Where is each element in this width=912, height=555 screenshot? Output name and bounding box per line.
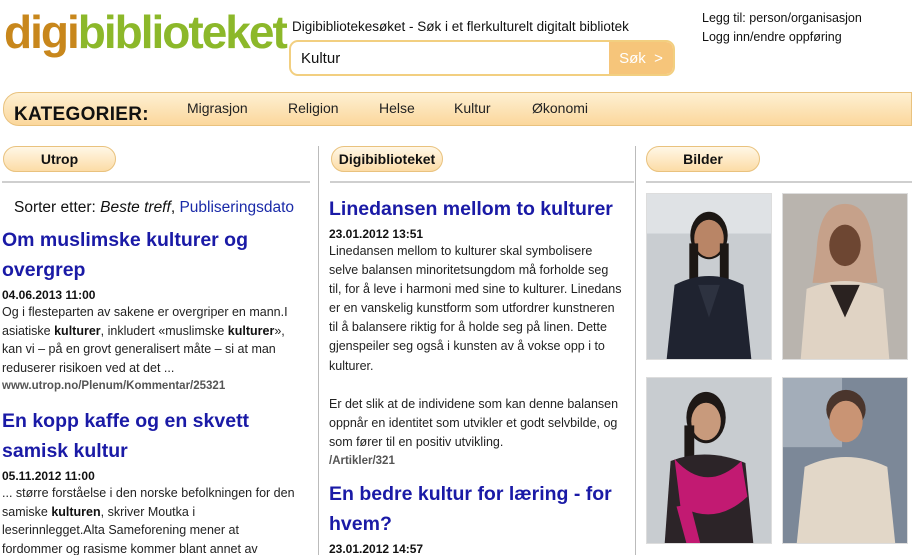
sort-label: Sorter etter: [14,199,96,216]
photo-thumbnail[interactable] [782,193,908,360]
text-line: Linedansen mellom to kulturer skal symbo… [329,244,593,258]
result-title-line: overgrep [2,259,86,281]
category-religion[interactable]: Religion [288,100,339,116]
article-text: Linedansen mellom to kulturer skal symbo… [329,242,635,452]
add-person-org-link[interactable]: Legg til: person/organisasjon [702,9,862,28]
article-date: 23.01.2012 14:57 [329,542,424,555]
text-line: gjenspeiler seg også i kunsten av å voks… [329,339,605,354]
snippet-line: asiatiske kulturer, inkludert «muslimske… [2,323,285,338]
result-title-line: samisk kultur [2,440,128,462]
text-line: er en vanskelig kunstform som utfordrer … [329,301,615,316]
snippet-line: leserinnlegget.Alta Sameforening mener a… [2,523,239,538]
sort-by-date-link[interactable]: Publiseringsdato [179,199,294,216]
article-date: 23.01.2012 13:51 [329,227,424,241]
library-article: Linedansen mellom to kulturer 23.01.2012… [329,194,635,469]
column-divider [318,146,319,555]
article-url[interactable]: /Artikler/321 [329,453,635,469]
article-title-link[interactable]: En bedre kultur for læring - for hvem? [329,479,635,539]
result-title-line: Om muslimske kulturer og [2,229,248,251]
sort-options: Sorter etter: Beste treff, Publiseringsd… [14,199,295,216]
photo-thumbnail[interactable] [646,193,772,360]
text-line: som fører til en positiv utvikling. [329,434,504,449]
column-divider [635,146,636,555]
library-article: En bedre kultur for læring - for hvem? 2… [329,479,635,555]
text-line: selve balansen minoritetsungdom må forho… [329,263,609,278]
result-url[interactable]: www.utrop.no/Plenum/Kommentar/25321 [2,378,312,394]
site-tagline: Digibibliotekesøket - Søk i et flerkultu… [292,19,629,34]
result-snippet: ... større forståelse i den norske befol… [2,484,312,555]
title-line: hvem? [329,513,392,535]
result-date: 05.11.2012 11:00 [2,469,95,483]
divider [646,181,912,183]
search-button[interactable]: Søk > [609,42,673,74]
result-title-link[interactable]: Om muslimske kulturer og overgrep [2,225,312,285]
category-kultur[interactable]: Kultur [454,100,491,116]
category-okonomi[interactable]: Økonomi [532,100,588,116]
search-button-label: Søk [619,49,646,67]
result-date: 04.06.2013 11:00 [2,288,96,302]
result-title-line: En kopp kaffe og en skvett [2,410,250,432]
column-header-utrop: Utrop [3,146,116,172]
column-header-digibiblioteket: Digibiblioteket [331,146,443,172]
snippet-line: fordommer og rasisme kommer blant annet … [2,541,258,555]
snippet-line: kan vi – på en grovt generalisert måte –… [2,342,276,357]
snippet-line: ... større forståelse i den norske befol… [2,486,295,500]
search-result: Om muslimske kulturer og overgrep 04.06.… [2,225,312,394]
category-helse[interactable]: Helse [379,100,415,116]
search-input[interactable] [291,42,609,74]
sort-best-match[interactable]: Beste treff [100,199,171,216]
divider [330,181,634,183]
search-box: Søk > [289,40,675,76]
search-highlight: kulturer [54,323,101,338]
text-line [329,376,635,395]
snippet-line: Og i flesteparten av sakene er overgripe… [2,305,288,319]
text-line: oppnår en identitet som utvikler et godt… [329,415,618,430]
article-title-link[interactable]: Linedansen mellom to kulturer [329,194,635,224]
snippet-line: samiske kulturen, skriver Moutka i [2,504,196,519]
search-highlight: kulturen [51,504,101,519]
divider [2,181,310,183]
logo[interactable]: digibiblioteket [4,4,288,60]
result-title-link[interactable]: En kopp kaffe og en skvett samisk kultur [2,406,312,466]
category-migrasjon[interactable]: Migrasjon [187,100,248,116]
text-line: til, for å leve i harmoni med sine to ku… [329,282,622,297]
search-highlight: kulturer [227,323,275,338]
snippet-line: reduserer risikoen ved at det ... [2,360,175,375]
title-line: En bedre kultur for læring - for [329,483,612,505]
chevron-right-icon: > [654,49,663,67]
text-line: Er det slik at de individene som kan den… [329,396,619,411]
text-line: til å balansere riktig for å holde seg p… [329,320,607,335]
column-header-bilder: Bilder [646,146,760,172]
category-title: KATEGORIER: [14,104,149,125]
logo-part-digi: digi [4,6,80,58]
login-link[interactable]: Logg inn/endre oppføring [702,28,862,47]
search-result: En kopp kaffe og en skvett samisk kultur… [2,406,312,555]
result-snippet: Og i flesteparten av sakene er overgripe… [2,303,312,377]
category-bar: KATEGORIER: Migrasjon Religion Helse Kul… [3,92,912,126]
photo-thumbnail[interactable] [646,377,772,544]
photo-thumbnail[interactable] [782,377,908,544]
text-line: kulturer. [329,358,374,373]
account-links: Legg til: person/organisasjon Logg inn/e… [702,9,862,47]
logo-part-biblioteket: biblioteket [77,6,288,58]
